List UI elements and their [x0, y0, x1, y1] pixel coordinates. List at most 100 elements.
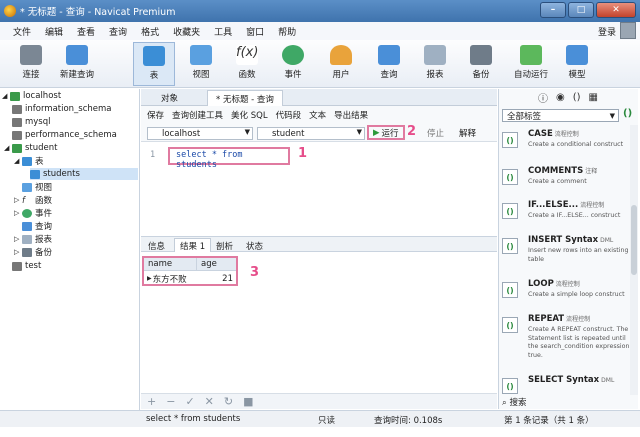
- snippet-item[interactable]: () IF...ELSE... 流程控制 Create a IF...ELSE... …: [502, 199, 632, 239]
- expand-arrow-icon[interactable]: ▷: [14, 209, 22, 217]
- connection-select[interactable]: localhost ▼: [147, 127, 253, 140]
- menu-help[interactable]: 帮助: [271, 25, 303, 38]
- status-sql: select * from students: [146, 414, 241, 424]
- collapse-arrow-icon[interactable]: ◢: [14, 157, 22, 165]
- snippet-item[interactable]: () INSERT Syntax DML Insert new rows into a…: [502, 234, 632, 274]
- database-icon: [12, 117, 22, 127]
- code-icon[interactable]: (): [573, 92, 581, 103]
- tree-node-functions[interactable]: ▷ f 函数: [14, 194, 52, 206]
- info-icon[interactable]: ⓘ: [538, 90, 548, 105]
- result-grid: name age ▶ 东方不败 21: [142, 256, 238, 286]
- cancel-icon[interactable]: ✕: [205, 395, 214, 408]
- grid-icon[interactable]: ▦: [589, 92, 598, 103]
- code-snippet-button[interactable]: 代码段: [276, 109, 302, 121]
- table-cell[interactable]: 21: [196, 272, 236, 285]
- snippet-icon: (): [502, 317, 518, 333]
- scrollbar-thumb[interactable]: [631, 205, 637, 275]
- expand-arrow-icon[interactable]: ▷: [14, 235, 22, 243]
- add-row-icon[interactable]: +: [147, 395, 156, 408]
- tree-node-db[interactable]: mysql: [12, 116, 51, 128]
- tab-objects[interactable]: 对象: [153, 90, 186, 106]
- tree-node-events[interactable]: ▷ 事件: [14, 207, 52, 219]
- query-builder-button[interactable]: 查询创建工具: [172, 109, 223, 121]
- stop-icon[interactable]: ■: [243, 395, 253, 408]
- toolbar-user[interactable]: 用户: [320, 42, 362, 86]
- collapse-arrow-icon[interactable]: ◢: [4, 144, 12, 152]
- toolbar-event[interactable]: 事件: [272, 42, 314, 86]
- maximize-button[interactable]: □: [568, 2, 594, 18]
- tree-node-db-student[interactable]: ◢ student: [4, 142, 58, 154]
- snippet-item[interactable]: () LOOP 流程控制 Create a simple loop construct: [502, 278, 632, 318]
- explain-button[interactable]: 解释: [459, 127, 476, 139]
- menu-favorites[interactable]: 收藏夹: [166, 25, 207, 38]
- toolbar-report[interactable]: 报表: [414, 42, 456, 86]
- query-selector-row: localhost ▼ student ▼ ▶ 运行 2 停止 解释: [141, 124, 497, 142]
- beautify-sql-button[interactable]: 美化 SQL: [231, 109, 268, 121]
- expand-arrow-icon[interactable]: ▷: [14, 248, 22, 256]
- annotation-marker-2: 2: [407, 124, 417, 139]
- tree-node-db[interactable]: information_schema: [12, 103, 112, 115]
- tag-select[interactable]: 全部标签 ▼: [502, 109, 619, 122]
- tree-node-tables[interactable]: ◢ 表: [14, 155, 44, 167]
- expand-arrow-icon[interactable]: ▷: [14, 196, 22, 204]
- tree-node-db[interactable]: performance_schema: [12, 129, 117, 141]
- refresh-icon[interactable]: ↻: [224, 395, 233, 408]
- toolbar-connect[interactable]: 连接: [10, 42, 52, 86]
- snippet-item[interactable]: () CASE 流程控制 Create a conditional construct: [502, 128, 632, 168]
- collapse-arrow-icon[interactable]: ◢: [2, 92, 10, 100]
- export-result-button[interactable]: 导出结果: [334, 109, 368, 121]
- close-button[interactable]: ✕: [596, 2, 636, 18]
- text-button[interactable]: 文本: [309, 109, 326, 121]
- tab-info[interactable]: 信息: [143, 238, 170, 253]
- tree-node-backups[interactable]: ▷ 备份: [14, 246, 52, 258]
- tree-node-db-test[interactable]: test: [12, 260, 41, 272]
- toolbar-model[interactable]: 模型: [556, 42, 598, 86]
- menu-query[interactable]: 查询: [102, 25, 134, 38]
- table-row[interactable]: ▶ 东方不败: [144, 272, 196, 285]
- tree-node-queries[interactable]: 查询: [22, 220, 52, 232]
- menu-window[interactable]: 窗口: [239, 25, 271, 38]
- tree-node-localhost[interactable]: ◢ localhost: [2, 90, 61, 102]
- tab-untitled-query[interactable]: * 无标题 - 查询: [207, 90, 283, 106]
- menu-edit[interactable]: 编辑: [38, 25, 70, 38]
- save-button[interactable]: 保存: [147, 109, 164, 121]
- menu-file[interactable]: 文件: [6, 25, 38, 38]
- tab-profile[interactable]: 剖析: [211, 238, 238, 253]
- column-header-age[interactable]: age: [196, 258, 236, 271]
- tab-status[interactable]: 状态: [241, 238, 268, 253]
- column-header-name[interactable]: name: [144, 258, 196, 271]
- tree-node-table-students[interactable]: students: [30, 168, 138, 180]
- snippet-search[interactable]: ⌕ 搜索: [502, 396, 526, 408]
- delete-row-icon[interactable]: −: [166, 395, 175, 408]
- toolbar-new-query[interactable]: 新建查询: [56, 42, 98, 86]
- apply-icon[interactable]: ✓: [185, 395, 194, 408]
- object-icon[interactable]: ◉: [556, 92, 565, 103]
- tree-node-views[interactable]: 视图: [22, 181, 52, 193]
- minimize-button[interactable]: –: [540, 2, 566, 18]
- tree-node-reports[interactable]: ▷ 报表: [14, 233, 52, 245]
- menu-view[interactable]: 查看: [70, 25, 102, 38]
- snippet-refresh-icon[interactable]: (): [623, 108, 632, 119]
- toolbar-view[interactable]: 视图: [180, 42, 222, 86]
- toolbar-query[interactable]: 查询: [368, 42, 410, 86]
- stop-button[interactable]: 停止: [427, 127, 444, 139]
- annotation-marker-3: 3: [250, 265, 260, 280]
- database-select[interactable]: student ▼: [257, 127, 365, 140]
- user-avatar-icon[interactable]: [620, 22, 636, 39]
- snippet-scrollbar[interactable]: [630, 125, 638, 395]
- menu-tools[interactable]: 工具: [207, 25, 239, 38]
- snippet-icon: (): [502, 238, 518, 254]
- toolbar-function[interactable]: f(x) 函数: [226, 42, 268, 86]
- toolbar-backup[interactable]: 备份: [460, 42, 502, 86]
- snippet-item[interactable]: () SELECT Syntax DML: [502, 374, 632, 394]
- login-link[interactable]: 登录: [598, 25, 616, 38]
- menu-format[interactable]: 格式: [134, 25, 166, 38]
- snippet-item[interactable]: () REPEAT 流程控制 Create A REPEAT construct. T…: [502, 313, 637, 369]
- tab-result-1[interactable]: 结果 1: [174, 238, 212, 253]
- run-button[interactable]: ▶ 运行: [367, 125, 405, 140]
- toolbar-table[interactable]: 表: [133, 42, 175, 86]
- table-icon: [22, 156, 32, 166]
- toolbar-autorun[interactable]: 自动运行: [510, 42, 552, 86]
- window-controls: – □ ✕: [540, 2, 636, 18]
- sql-code[interactable]: select * from students: [168, 147, 290, 170]
